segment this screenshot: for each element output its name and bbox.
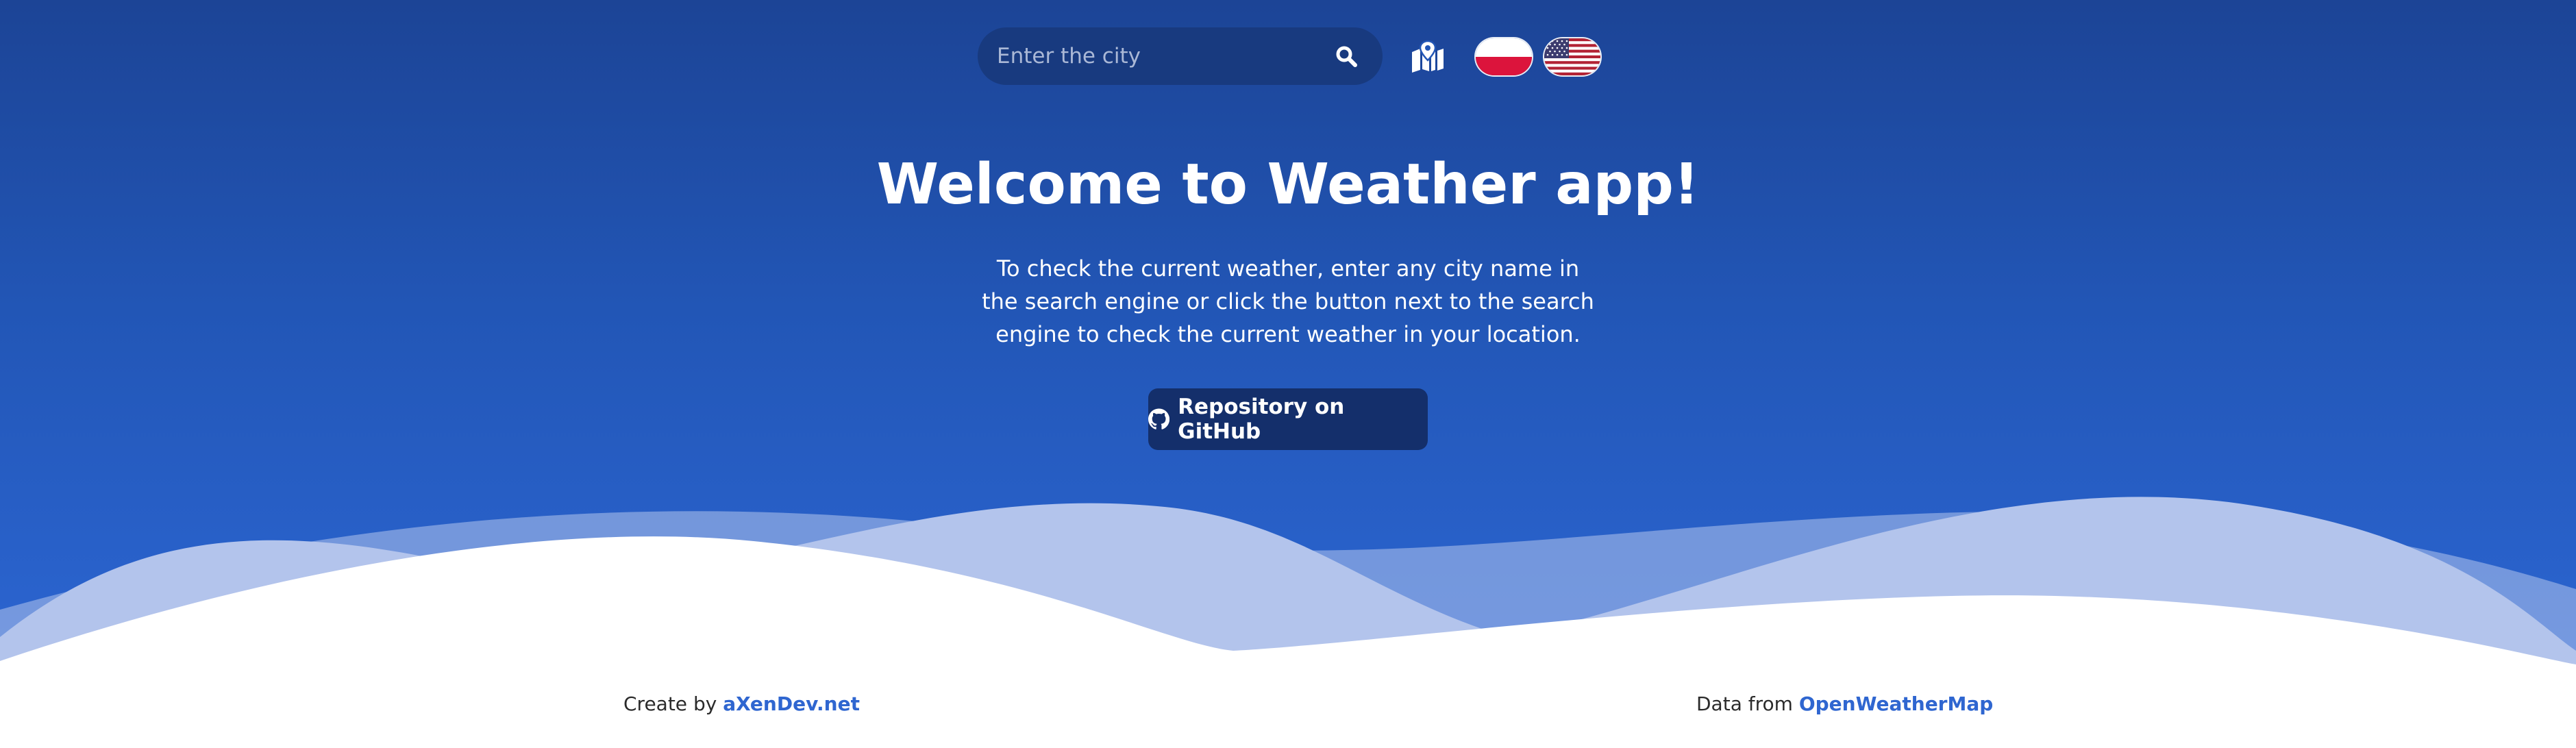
location-button[interactable] [1410, 40, 1446, 73]
page-title: Welcome to Weather app! [876, 152, 1700, 217]
language-en-button[interactable] [1544, 38, 1600, 75]
author-link[interactable]: aXenDev.net [723, 693, 860, 715]
openweathermap-link[interactable]: OpenWeatherMap [1799, 693, 1993, 715]
usa-flag-icon [1544, 38, 1600, 75]
github-button-label: Repository on GitHub [1178, 395, 1345, 444]
page: Welcome to Weather app! To check the cur… [0, 0, 2576, 748]
footer-data-prefix: Data from [1696, 693, 1793, 715]
github-repository-button[interactable]: Repository on GitHub [1148, 388, 1428, 450]
search-icon [1336, 46, 1357, 67]
search-input[interactable] [997, 27, 1319, 85]
footer-credits-prefix: Create by [623, 693, 717, 715]
search-bar [978, 27, 1383, 85]
search-button[interactable] [1330, 40, 1363, 73]
github-icon [1148, 408, 1170, 429]
footer-data-source: Data from OpenWeatherMap [1696, 690, 1993, 718]
map-location-icon [1412, 40, 1444, 73]
poland-flag-icon [1476, 38, 1532, 75]
language-pl-button[interactable] [1476, 38, 1532, 75]
hero-section: Welcome to Weather app! To check the cur… [0, 0, 2576, 685]
footer-credits: Create by aXenDev.net [623, 690, 860, 718]
intro-description: To check the current weather, enter any … [982, 255, 1594, 347]
wave-decoration [0, 497, 2576, 685]
